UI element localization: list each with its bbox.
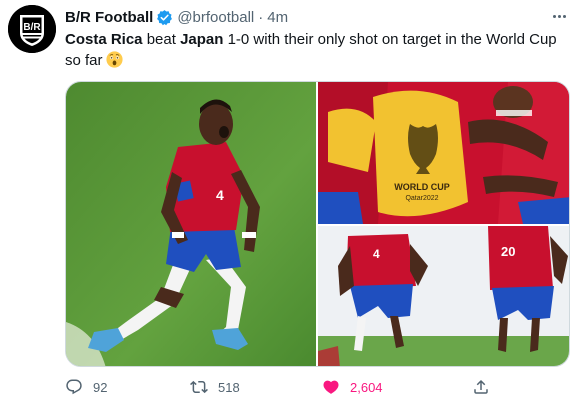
verified-badge-icon (156, 9, 173, 26)
tweet[interactable]: B/R B/R Football @brfootball · 4m Costa … (0, 0, 588, 406)
jersey-number: 4 (216, 187, 224, 203)
astonished-face-emoji-icon (105, 51, 123, 68)
text-segment: beat (142, 31, 181, 48)
handle[interactable]: @brfootball (177, 9, 254, 26)
jersey-number-20: 20 (501, 244, 515, 259)
separator-dot: · (258, 8, 264, 26)
retweet-icon (190, 378, 208, 396)
action-bar: 92 518 2,604 (65, 378, 565, 398)
timestamp[interactable]: 4m (267, 9, 288, 26)
reply-icon (65, 378, 83, 396)
like-button[interactable]: 2,604 (322, 378, 383, 396)
mention-japan: Japan (180, 31, 224, 48)
mention-costa-rica: Costa Rica (65, 31, 143, 48)
reply-count: 92 (93, 379, 108, 395)
bib-text-world-cup: WORLD CUP (394, 182, 450, 192)
retweet-button[interactable]: 518 (190, 378, 240, 396)
tweet-header: B/R Football @brfootball · 4m (65, 7, 288, 27)
jersey-number-4: 4 (373, 247, 380, 261)
more-icon[interactable] (548, 8, 570, 24)
like-count: 2,604 (350, 379, 383, 395)
photo-3[interactable]: 4 20 (318, 226, 569, 366)
bib-text-qatar: Qatar2022 (405, 195, 438, 202)
share-icon (472, 378, 490, 396)
avatar[interactable]: B/R (8, 5, 56, 53)
media-grid: 4 WORLD CUP Qatar2022 4 20 (65, 81, 570, 367)
heart-icon (322, 378, 340, 396)
photo-2[interactable]: WORLD CUP Qatar2022 (318, 82, 569, 224)
display-name[interactable]: B/R Football (65, 9, 153, 26)
avatar-text: B/R (23, 22, 41, 33)
share-button[interactable] (472, 378, 490, 396)
retweet-count: 518 (218, 379, 240, 395)
tweet-text: Costa Rica beat Japan 1-0 with their onl… (65, 29, 570, 71)
reply-button[interactable]: 92 (65, 378, 107, 396)
photo-1[interactable]: 4 (66, 82, 316, 366)
